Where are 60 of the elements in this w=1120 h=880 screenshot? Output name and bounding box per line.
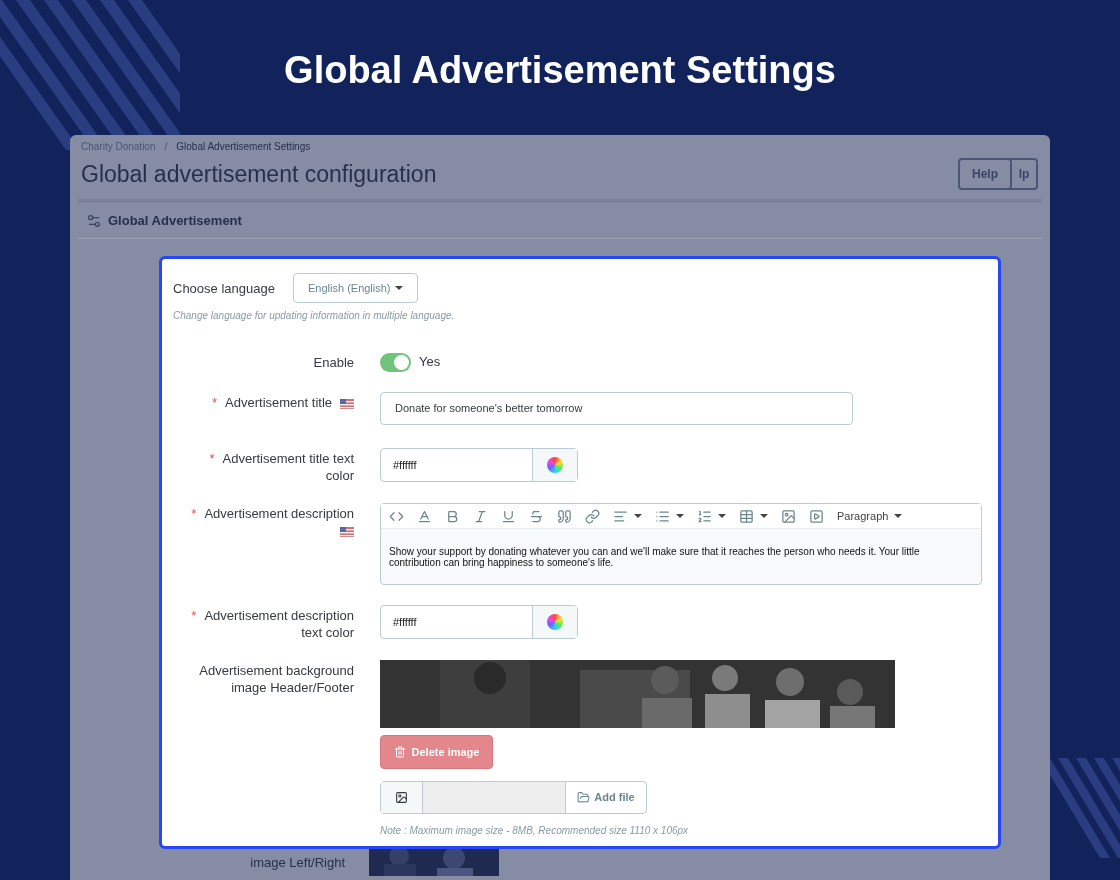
- page-heading: Global Advertisement Settings: [284, 48, 836, 93]
- field-label: image Left/Right: [250, 855, 345, 870]
- breadcrumb-link[interactable]: Charity Donation: [81, 139, 156, 154]
- required-asterisk: *: [209, 451, 215, 466]
- required-asterisk: *: [191, 506, 197, 521]
- field-label: Advertisement title text color: [222, 451, 354, 483]
- caret-icon: [394, 286, 403, 290]
- required-asterisk: *: [191, 608, 197, 623]
- image-note: Note : Maximum image size - 8MB, Recommended size 1110 x 106px: [380, 824, 690, 838]
- toggle-switch[interactable]: [380, 352, 411, 372]
- caret-icon: [634, 514, 642, 518]
- field-label: Advertisement description: [204, 506, 354, 521]
- language-hint: Change language for updating information in multiple language.: [173, 309, 456, 323]
- image-icon: [395, 791, 408, 804]
- editor-text: Show your support by donating whatever you can and we'll make sure that it reaches the person who needs it. Your little contribution can bring happiness to someone's life.: [388, 545, 921, 570]
- quote-icon[interactable]: [557, 508, 572, 524]
- section-title: Global Advertisement: [108, 211, 242, 230]
- delete-image-button[interactable]: Delete image: [380, 735, 493, 769]
- trash-icon: [393, 746, 406, 758]
- align-left-icon[interactable]: [613, 508, 628, 524]
- field-label: Choose language: [173, 280, 276, 298]
- field-label: Advertisement background image Header/Footer: [199, 663, 354, 695]
- field-label: Enable: [313, 355, 354, 370]
- field-label: Advertisement description text color: [204, 608, 354, 640]
- required-asterisk: *: [212, 395, 218, 410]
- file-name-field[interactable]: [423, 782, 566, 813]
- paragraph-dropdown[interactable]: Paragraph: [837, 507, 903, 525]
- color-picker-button[interactable]: [532, 449, 577, 481]
- numbered-list-icon[interactable]: [697, 508, 712, 524]
- folder-icon: [577, 791, 591, 804]
- color-wheel-icon: [547, 457, 563, 473]
- image-icon[interactable]: [781, 508, 796, 524]
- color-wheel-icon: [547, 614, 563, 630]
- help-button[interactable]: Help: [958, 158, 1012, 190]
- link-icon[interactable]: [585, 508, 600, 524]
- breadcrumb-current: Global Advertisement Settings: [176, 140, 311, 154]
- video-icon[interactable]: [809, 508, 824, 524]
- header-button[interactable]: lp: [1008, 158, 1038, 190]
- color-input[interactable]: #ffffff: [380, 448, 578, 482]
- caret-icon: [676, 514, 684, 518]
- table-icon[interactable]: [739, 508, 754, 524]
- field-label: Advertisement title: [225, 395, 332, 410]
- text-input[interactable]: Donate for someone's better tomorrow: [380, 392, 853, 425]
- breadcrumb-separator: /: [164, 140, 168, 154]
- rich-text-editor[interactable]: Paragraph Show your support by donating whatever you can and we'll make sure that it reaches the person who needs it. Your little contribution can bring happiness to someone's life.: [380, 503, 982, 585]
- italic-icon[interactable]: [473, 508, 488, 524]
- image-placeholder-button[interactable]: [381, 782, 423, 813]
- text-color-icon[interactable]: [417, 508, 432, 524]
- toggle-value: Yes: [419, 353, 441, 372]
- caret-icon: [718, 514, 726, 518]
- underline-icon[interactable]: [501, 508, 516, 524]
- color-input[interactable]: #ffffff: [380, 605, 578, 639]
- caret-icon: [894, 514, 903, 518]
- language-dropdown[interactable]: English (English): [293, 273, 418, 303]
- bullet-list-icon[interactable]: [655, 508, 670, 524]
- color-picker-button[interactable]: [532, 606, 577, 638]
- strikethrough-icon[interactable]: [529, 508, 544, 524]
- bold-icon[interactable]: [445, 508, 460, 524]
- caret-icon: [760, 514, 768, 518]
- page-title: Global advertisement configuration: [81, 160, 437, 189]
